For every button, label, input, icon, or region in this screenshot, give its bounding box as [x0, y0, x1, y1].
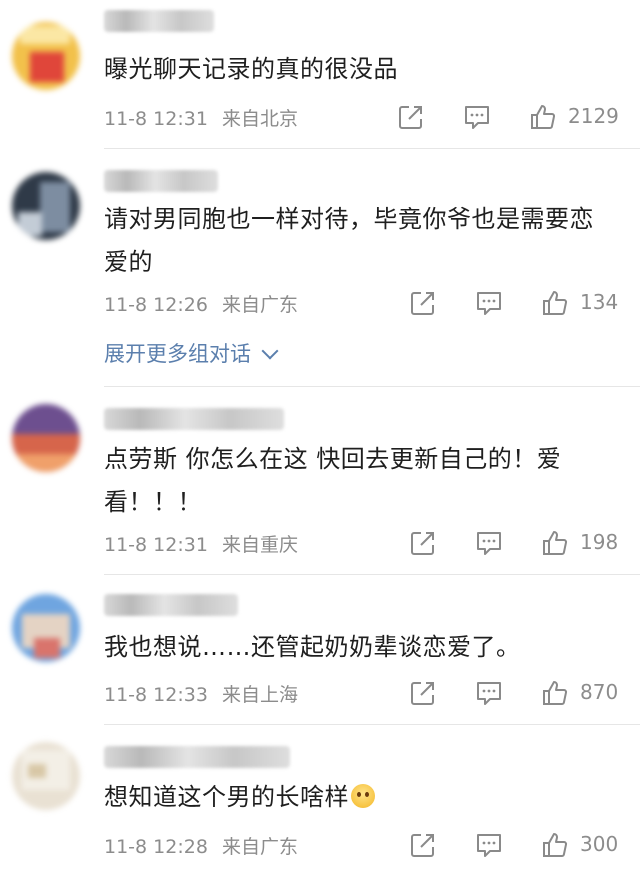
username-blurred[interactable] [104, 408, 284, 430]
comment-meta: 11-8 12:33 来自上海 [104, 680, 298, 707]
share-icon[interactable] [408, 528, 438, 558]
avatar[interactable] [12, 404, 80, 472]
divider [104, 574, 640, 575]
avatar[interactable] [12, 22, 80, 90]
like-count: 300 [580, 832, 619, 856]
comment-text: 想知道这个男的长啥样 [104, 776, 614, 819]
share-icon[interactable] [408, 288, 438, 318]
comment-location: 来自上海 [221, 684, 298, 706]
comment-meta: 11-8 12:31 来自北京 [104, 104, 298, 131]
like-count: 134 [580, 290, 619, 314]
comment-icon[interactable] [474, 678, 504, 708]
divider [104, 148, 640, 149]
like-count: 870 [580, 680, 619, 704]
comment-location: 来自广东 [221, 294, 298, 316]
comment-location: 来自重庆 [221, 534, 298, 556]
comment-time: 11-8 12:31 [104, 108, 208, 130]
thumbs-up-icon[interactable] [528, 102, 558, 132]
comment-meta: 11-8 12:31 来自重庆 [104, 530, 298, 557]
expand-label: 展开更多组对话 [104, 342, 251, 366]
comment-location: 来自北京 [221, 108, 298, 130]
share-icon[interactable] [408, 678, 438, 708]
comment-location: 来自广东 [221, 836, 298, 858]
thumbs-up-icon[interactable] [540, 528, 570, 558]
comment-meta: 11-8 12:28 来自广东 [104, 832, 298, 859]
avatar[interactable] [12, 172, 80, 240]
comment-time: 11-8 12:26 [104, 294, 208, 316]
emoji-icon [351, 784, 375, 808]
avatar[interactable] [12, 742, 80, 810]
comment-time: 11-8 12:31 [104, 534, 208, 556]
like-count: 2129 [568, 104, 619, 128]
comment-icon[interactable] [474, 830, 504, 860]
comment-text: 曝光聊天记录的真的很没品 [104, 55, 398, 83]
like-count: 198 [580, 530, 619, 554]
comment-icon[interactable] [462, 102, 492, 132]
comment-text-content: 想知道这个男的长啥样 [104, 783, 349, 811]
share-icon[interactable] [408, 830, 438, 860]
comment-text: 我也想说……还管起奶奶辈谈恋爱了。 [104, 633, 521, 661]
comment-icon[interactable] [474, 528, 504, 558]
comment-text: 请对男同胞也一样对待，毕竟你爷也是需要恋爱的 [104, 205, 594, 276]
thumbs-up-icon[interactable] [540, 288, 570, 318]
comment-meta: 11-8 12:26 来自广东 [104, 290, 298, 317]
comment-time: 11-8 12:28 [104, 836, 208, 858]
expand-more-conversations[interactable]: 展开更多组对话 [104, 338, 279, 368]
comment-icon[interactable] [474, 288, 504, 318]
username-blurred[interactable] [104, 594, 238, 616]
comment-time: 11-8 12:33 [104, 684, 208, 706]
thumbs-up-icon[interactable] [540, 830, 570, 860]
username-blurred[interactable] [104, 746, 290, 768]
avatar[interactable] [12, 594, 80, 662]
thumbs-up-icon[interactable] [540, 678, 570, 708]
divider [104, 724, 640, 725]
chevron-down-icon [261, 342, 279, 360]
share-icon[interactable] [396, 102, 426, 132]
comment-text: 点劳斯 你怎么在这 快回去更新自己的！爱看！！！ [104, 445, 562, 516]
divider [104, 386, 640, 387]
username-blurred[interactable] [104, 170, 218, 192]
username-blurred[interactable] [104, 10, 214, 32]
